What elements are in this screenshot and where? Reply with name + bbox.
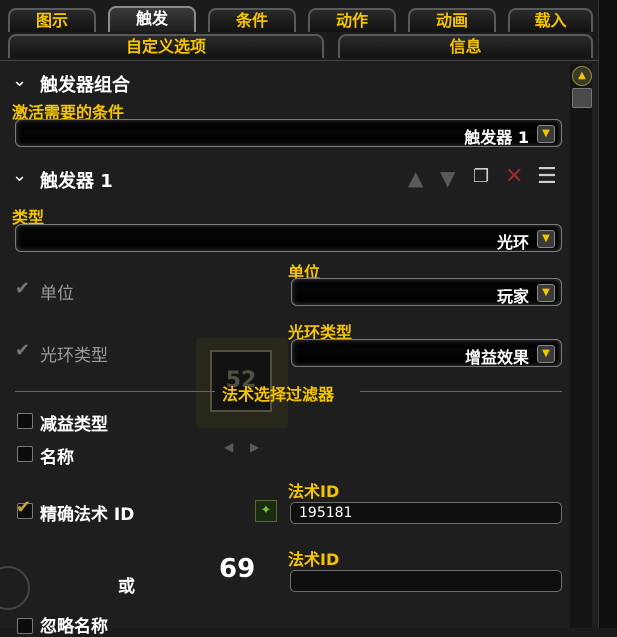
tab-load[interactable]: 载入 xyxy=(508,8,593,32)
activation-dropdown[interactable]: 触发器 1 ▼ xyxy=(15,119,562,147)
unit-value: 玩家 xyxy=(496,287,529,306)
trigger-group-title: 触发器组合 xyxy=(40,75,130,96)
checkmark-icon[interactable]: ✔ xyxy=(15,280,30,298)
filter-divider-left xyxy=(15,391,215,392)
filter-divider-right xyxy=(360,391,562,392)
aura-type-value: 增益效果 xyxy=(464,348,529,367)
tab-conditions[interactable]: 条件 xyxy=(208,8,296,32)
debuff-type-label: 减益类型 xyxy=(40,415,108,435)
move-up-icon[interactable]: ▲ xyxy=(408,166,423,190)
left-arrow-icon[interactable]: ◀ xyxy=(224,440,233,454)
type-dropdown[interactable]: 光环 ▼ xyxy=(15,224,562,252)
chevron-down-icon[interactable]: ⌄ xyxy=(12,165,27,186)
count-69: 69 xyxy=(219,554,256,584)
chevron-down-icon[interactable]: ⌄ xyxy=(12,70,27,91)
spell-id-input[interactable]: 195181 xyxy=(290,502,562,524)
spell-id-input-2[interactable] xyxy=(290,570,562,592)
activation-value: 触发器 1 xyxy=(464,128,529,147)
chevron-down-icon: ▼ xyxy=(537,284,555,302)
name-checkbox[interactable] xyxy=(17,446,33,462)
scroll-thumb[interactable] xyxy=(572,88,592,108)
delete-icon[interactable]: ✕ xyxy=(505,164,523,189)
scroll-up-button[interactable]: ▲ xyxy=(572,66,592,86)
tab-custom-options[interactable]: 自定义选项 xyxy=(8,34,324,58)
spell-id-label: 法术ID xyxy=(288,482,340,501)
ignore-name-label: 忽略名称 xyxy=(40,617,108,637)
notes-icon[interactable]: ☰ xyxy=(537,164,557,189)
unit-checkbox-label: 单位 xyxy=(40,284,74,304)
aura-type-dropdown[interactable]: 增益效果 ▼ xyxy=(291,339,562,367)
spell-id-label-2: 法术ID xyxy=(288,550,340,569)
or-label: 或 xyxy=(118,577,135,597)
chevron-down-icon: ▼ xyxy=(537,125,555,143)
unit-dropdown[interactable]: 玩家 ▼ xyxy=(291,278,562,306)
spell-icon: ✦ xyxy=(255,500,277,522)
window-edge xyxy=(598,0,617,628)
tab-actions[interactable]: 动作 xyxy=(308,8,396,32)
trigger1-title: 触发器 1 xyxy=(40,171,113,192)
tab-trigger[interactable]: 触发 xyxy=(108,6,196,32)
ignore-name-checkbox[interactable] xyxy=(17,618,33,634)
duplicate-icon[interactable]: ❐ xyxy=(473,166,489,187)
type-value: 光环 xyxy=(496,233,529,252)
tab-animations[interactable]: 动画 xyxy=(408,8,496,32)
move-down-icon[interactable]: ▼ xyxy=(440,166,455,190)
tab-information[interactable]: 信息 xyxy=(338,34,593,58)
filter-header: 法术选择过滤器 xyxy=(222,385,335,404)
chevron-down-icon: ▼ xyxy=(537,230,555,248)
scrollbar[interactable]: ▲ xyxy=(570,64,592,628)
tab-display[interactable]: 图示 xyxy=(8,8,96,32)
checkmark-icon: ✔ xyxy=(16,497,32,518)
name-label: 名称 xyxy=(40,448,74,468)
debuff-type-checkbox[interactable] xyxy=(17,413,33,429)
checkmark-icon[interactable]: ✔ xyxy=(15,342,30,360)
chevron-down-icon: ▼ xyxy=(537,345,555,363)
right-arrow-icon[interactable]: ▶ xyxy=(250,440,259,454)
aura-type-checkbox-label: 光环类型 xyxy=(40,346,108,366)
exact-spell-label: 精确法术 ID xyxy=(40,505,135,525)
